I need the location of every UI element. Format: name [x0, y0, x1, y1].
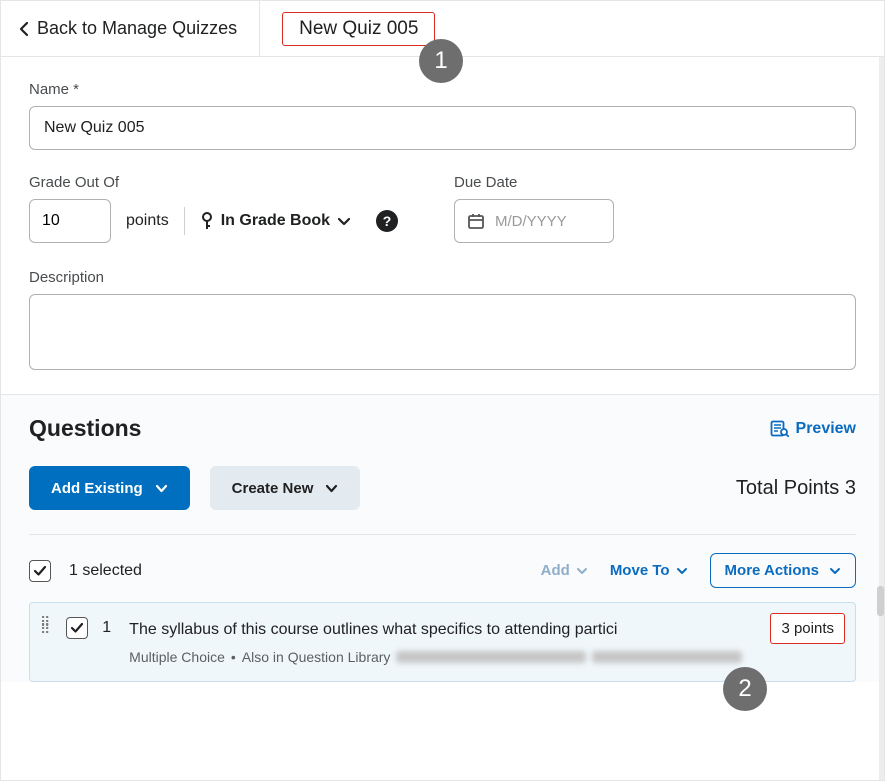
- grade-input[interactable]: [29, 199, 111, 243]
- question-library-note: Also in Question Library: [242, 649, 391, 665]
- back-to-manage-link[interactable]: Back to Manage Quizzes: [1, 1, 259, 56]
- due-placeholder: M/D/YYYY: [495, 213, 567, 230]
- chevron-down-icon: [155, 484, 168, 493]
- quiz-title: New Quiz 005: [282, 12, 435, 46]
- key-icon: [200, 212, 214, 230]
- due-date-input[interactable]: M/D/YYYY: [454, 199, 614, 243]
- question-number: 1: [102, 617, 111, 637]
- chevron-down-icon: [576, 567, 588, 575]
- question-text: The syllabus of this course outlines wha…: [129, 619, 841, 641]
- calendar-icon: [467, 212, 485, 230]
- chevron-down-icon: [676, 567, 688, 575]
- meta-bullet: •: [231, 649, 236, 665]
- move-to-action[interactable]: Move To: [610, 562, 688, 579]
- total-points: Total Points 3: [736, 477, 856, 500]
- more-actions-label: More Actions: [725, 562, 819, 579]
- scrollbar-track[interactable]: [879, 57, 884, 780]
- selected-count: 1 selected: [69, 562, 142, 580]
- gradebook-label: In Grade Book: [221, 212, 330, 230]
- help-icon[interactable]: ?: [376, 210, 398, 232]
- gradebook-dropdown[interactable]: In Grade Book: [200, 212, 351, 230]
- chevron-down-icon: [337, 217, 351, 226]
- preview-link[interactable]: Preview: [770, 420, 856, 438]
- question-type: Multiple Choice: [129, 649, 225, 665]
- add-action-label: Add: [541, 562, 570, 579]
- more-actions-button[interactable]: More Actions: [710, 553, 856, 588]
- preview-icon: [770, 420, 789, 437]
- grade-label: Grade Out Of: [29, 174, 454, 191]
- add-existing-button[interactable]: Add Existing: [29, 466, 190, 510]
- questions-heading: Questions: [29, 415, 141, 442]
- add-action[interactable]: Add: [541, 562, 588, 579]
- drag-handle-icon[interactable]: ⠿⠿: [40, 617, 52, 633]
- name-input[interactable]: [29, 106, 856, 150]
- add-existing-label: Add Existing: [51, 480, 143, 497]
- annotation-2: 2: [723, 667, 767, 711]
- description-label: Description: [29, 269, 856, 286]
- back-label: Back to Manage Quizzes: [37, 18, 237, 39]
- question-points-badge: 3 points: [770, 613, 845, 644]
- scrollbar-thumb[interactable]: [877, 586, 884, 616]
- header-divider: [259, 1, 260, 56]
- question-checkbox[interactable]: [66, 617, 88, 639]
- chevron-down-icon: [325, 484, 338, 493]
- check-icon: [33, 565, 47, 577]
- redacted-text: [396, 651, 586, 663]
- due-label: Due Date: [454, 174, 856, 191]
- points-word: points: [126, 212, 169, 230]
- annotation-1: 1: [419, 39, 463, 83]
- select-all-checkbox[interactable]: [29, 560, 51, 582]
- create-new-button[interactable]: Create New: [210, 466, 361, 510]
- preview-label: Preview: [796, 420, 856, 438]
- redacted-text: [592, 651, 742, 663]
- move-to-label: Move To: [610, 562, 670, 579]
- mini-divider: [184, 207, 185, 235]
- name-label: Name *: [29, 81, 856, 98]
- check-icon: [70, 622, 84, 634]
- chevron-down-icon: [829, 567, 841, 575]
- description-textarea[interactable]: [29, 294, 856, 370]
- chevron-left-icon: [19, 21, 29, 37]
- create-new-label: Create New: [232, 480, 314, 497]
